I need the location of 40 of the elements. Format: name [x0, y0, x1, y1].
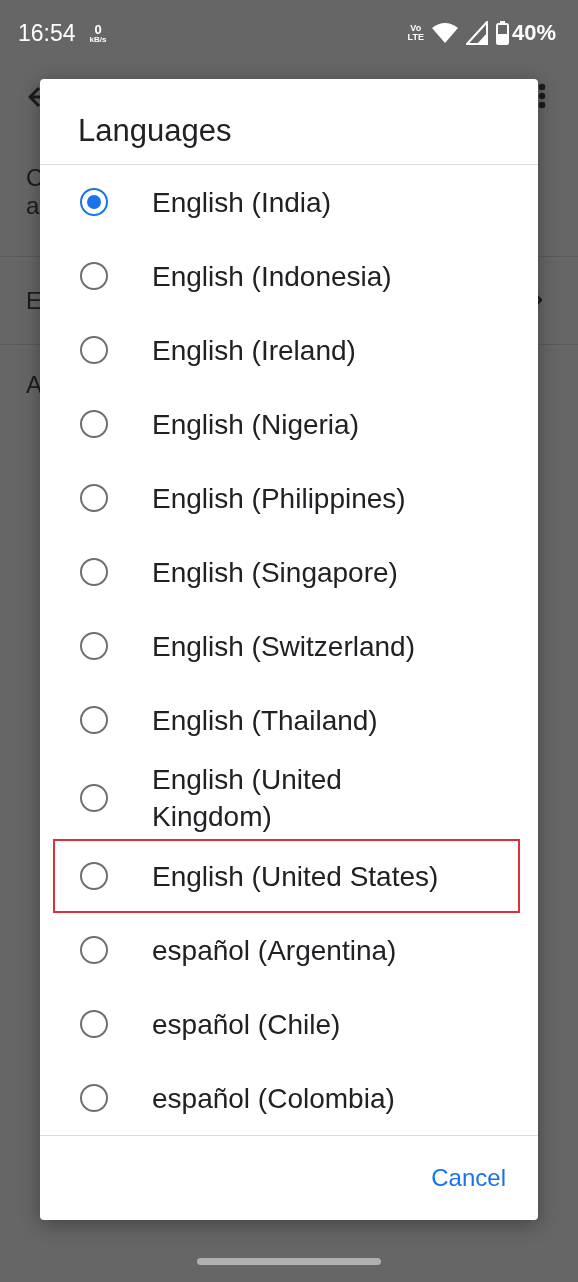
speed-unit: kB/s — [89, 35, 107, 44]
language-option[interactable]: English (Singapore) — [40, 535, 538, 610]
radio-button[interactable] — [80, 188, 108, 217]
radio-button[interactable] — [80, 484, 108, 513]
radio-button[interactable] — [80, 784, 108, 813]
language-option[interactable]: English (United States) — [53, 839, 520, 914]
language-option[interactable]: español (Colombia) — [40, 1061, 538, 1136]
language-option[interactable]: English (Indonesia) — [40, 239, 538, 314]
language-option[interactable]: English (Switzerland) — [40, 609, 538, 684]
language-option[interactable]: English (India) — [40, 165, 538, 240]
language-option[interactable]: español (Chile) — [40, 987, 538, 1062]
language-option[interactable]: English (United Kingdom) — [40, 757, 538, 840]
cancel-button[interactable]: Cancel — [421, 1156, 516, 1201]
language-option[interactable]: English (Nigeria) — [40, 387, 538, 462]
radio-button[interactable] — [80, 558, 108, 587]
setting-text: a — [26, 192, 41, 220]
volte-label: Vo — [410, 24, 422, 33]
setting-text: E — [26, 286, 42, 315]
speed-value: 0 — [94, 22, 102, 36]
battery-icon — [495, 21, 509, 45]
radio-button[interactable] — [80, 262, 108, 291]
language-option[interactable]: English (Philippines) — [40, 461, 538, 536]
radio-button[interactable] — [80, 632, 108, 661]
radio-button[interactable] — [80, 862, 108, 891]
dialog-title: Languages — [40, 79, 538, 166]
signal-icon — [465, 21, 488, 45]
radio-button[interactable] — [80, 936, 108, 965]
battery-percent: 40% — [511, 20, 556, 46]
wifi-icon — [431, 23, 458, 43]
language-option[interactable]: English (Ireland) — [40, 313, 538, 388]
language-option[interactable]: español (Argentina) — [40, 913, 538, 988]
radio-button[interactable] — [80, 1010, 108, 1039]
radio-button[interactable] — [80, 336, 108, 365]
clock-time: 16:54 — [18, 19, 76, 47]
more-options-icon[interactable] — [538, 83, 546, 109]
radio-button[interactable] — [80, 706, 108, 735]
radio-button[interactable] — [80, 1084, 108, 1113]
lte-label: LTE — [407, 33, 424, 42]
radio-button[interactable] — [80, 410, 108, 439]
language-option[interactable]: English (Thailand) — [40, 683, 538, 758]
